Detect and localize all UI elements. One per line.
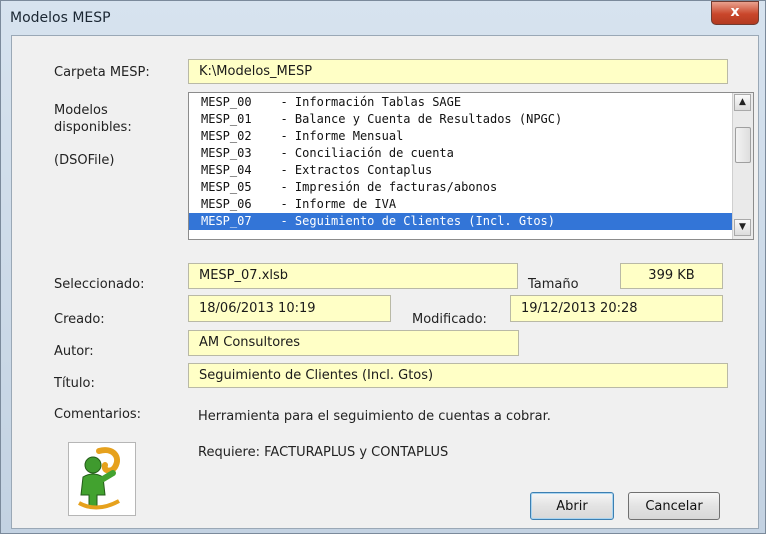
dialog-body: Carpeta MESP: K:\Modelos_MESP Modelos di… [11,35,759,529]
chevron-down-icon: ▼ [739,222,746,232]
titulo-label: Título: [54,376,95,391]
comentarios-label: Comentarios: [54,407,142,422]
dsofile-label: (DSOFile) [54,153,115,168]
autor-label: Autor: [54,344,94,359]
chevron-up-icon: ▲ [739,97,746,107]
modificado-label: Modificado: [412,312,487,327]
list-item[interactable]: MESP_02 - Informe Mensual [189,128,733,145]
models-list: MESP_00 - Información Tablas SAGE MESP_01… [189,94,733,230]
list-item[interactable]: MESP_07 - Seguimiento de Clientes (Incl.… [189,213,733,230]
list-item[interactable]: MESP_03 - Conciliación de cuenta [189,145,733,162]
person-icon [78,447,120,510]
modificado-field: 19/12/2013 20:28 [510,295,723,322]
comment-line-1: Herramienta para el seguimiento de cuent… [198,409,551,424]
seleccionado-field: MESP_07.xlsb [188,263,518,289]
creado-field: 18/06/2013 10:19 [188,295,391,322]
list-item[interactable]: MESP_01 - Balance y Cuenta de Resultados… [189,111,733,128]
cancel-button[interactable]: Cancelar [628,492,720,520]
dialog-window: Modelos MESP x Carpeta MESP: K:\Modelos_… [0,0,766,534]
tamano-label: Tamaño [528,277,579,292]
window-title: Modelos MESP [10,10,111,26]
open-button[interactable]: Abrir [530,492,614,520]
scroll-up-button[interactable]: ▲ [734,94,751,111]
list-item[interactable]: MESP_04 - Extractos Contaplus [189,162,733,179]
carpeta-field[interactable]: K:\Modelos_MESP [188,59,728,84]
models-listbox[interactable]: MESP_00 - Información Tablas SAGE MESP_01… [188,92,754,240]
modelos-label: Modelos disponibles: [54,103,132,135]
close-icon: x [730,4,740,20]
list-item[interactable]: MESP_00 - Información Tablas SAGE [189,94,733,111]
tamano-field: 399 KB [620,263,723,289]
carpeta-label: Carpeta MESP: [54,65,150,80]
scroll-thumb[interactable] [735,127,751,163]
listbox-scrollbar[interactable]: ▲ ▼ [732,93,753,239]
close-button[interactable]: x [711,1,759,25]
scroll-down-button[interactable]: ▼ [734,219,751,236]
list-item[interactable]: MESP_06 - Informe de IVA [189,196,733,213]
autor-field: AM Consultores [188,330,519,356]
comment-line-2: Requiere: FACTURAPLUS y CONTAPLUS [198,445,449,460]
titulo-field: Seguimiento de Clientes (Incl. Gtos) [188,363,728,388]
seleccionado-label: Seleccionado: [54,277,145,292]
creado-label: Creado: [54,312,105,327]
title-bar[interactable]: Modelos MESP x [1,1,765,35]
app-logo [68,442,136,516]
list-item[interactable]: MESP_05 - Impresión de facturas/abonos [189,179,733,196]
